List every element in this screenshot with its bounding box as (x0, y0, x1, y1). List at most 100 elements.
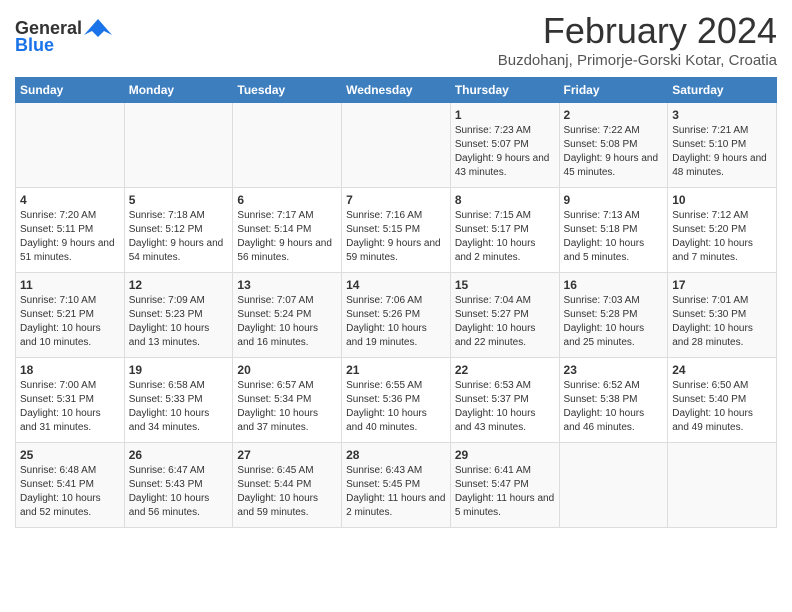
calendar-cell (342, 103, 451, 188)
day-info: Sunrise: 7:23 AMSunset: 5:07 PMDaylight:… (455, 124, 555, 180)
calendar-cell: 29Sunrise: 6:41 AMSunset: 5:47 PMDayligh… (450, 443, 559, 528)
header-friday: Friday (559, 78, 668, 103)
day-number: 2 (564, 108, 664, 122)
calendar-header-row: Sunday Monday Tuesday Wednesday Thursday… (16, 78, 777, 103)
calendar-cell: 14 Sunrise: 7:06 AMSunset: 5:26 PMDayligh… (342, 273, 451, 358)
calendar-week-row: 18Sunrise: 7:00 AMSunset: 5:31 PMDayligh… (16, 358, 777, 443)
calendar-cell: 1 Sunrise: 7:23 AMSunset: 5:07 PMDaylight… (450, 103, 559, 188)
day-info: Sunrise: 7:15 AMSunset: 5:17 PMDaylight:… (455, 209, 555, 265)
calendar-cell (124, 103, 233, 188)
day-number: 10 (672, 193, 772, 207)
calendar-cell: 3 Sunrise: 7:21 AMSunset: 5:10 PMDaylight… (668, 103, 777, 188)
day-number: 20 (237, 363, 337, 377)
day-info: Sunrise: 6:58 AMSunset: 5:33 PMDaylight:… (129, 379, 229, 435)
header-monday: Monday (124, 78, 233, 103)
header-thursday: Thursday (450, 78, 559, 103)
day-number: 5 (129, 193, 229, 207)
calendar-cell (16, 103, 125, 188)
header: General Blue February 2024 Buzdohanj, Pr… (15, 10, 777, 69)
calendar-cell (559, 443, 668, 528)
day-info: Sunrise: 7:06 AMSunset: 5:26 PMDaylight:… (346, 294, 446, 350)
header-wednesday: Wednesday (342, 78, 451, 103)
calendar-cell: 6 Sunrise: 7:17 AMSunset: 5:14 PMDaylight… (233, 188, 342, 273)
day-info: Sunrise: 6:55 AMSunset: 5:36 PMDaylight:… (346, 379, 446, 435)
day-number: 29 (455, 448, 555, 462)
day-number: 19 (129, 363, 229, 377)
calendar-table: Sunday Monday Tuesday Wednesday Thursday… (15, 77, 777, 528)
calendar-cell: 7 Sunrise: 7:16 AMSunset: 5:15 PMDaylight… (342, 188, 451, 273)
header-sunday: Sunday (16, 78, 125, 103)
calendar-cell: 2 Sunrise: 7:22 AMSunset: 5:08 PMDaylight… (559, 103, 668, 188)
calendar-cell: 20 Sunrise: 6:57 AMSunset: 5:34 PMDayligh… (233, 358, 342, 443)
logo-blue-text: Blue (15, 35, 54, 56)
day-number: 8 (455, 193, 555, 207)
day-number: 14 (346, 278, 446, 292)
day-info: Sunrise: 6:48 AMSunset: 5:41 PMDaylight:… (20, 464, 120, 520)
day-info: Sunrise: 6:43 AMSunset: 5:45 PMDaylight:… (346, 464, 446, 520)
day-number: 16 (564, 278, 664, 292)
calendar-cell (233, 103, 342, 188)
day-info: Sunrise: 7:00 AMSunset: 5:31 PMDaylight:… (20, 379, 120, 435)
calendar-cell: 15 Sunrise: 7:04 AMSunset: 5:27 PMDayligh… (450, 273, 559, 358)
header-tuesday: Tuesday (233, 78, 342, 103)
day-number: 17 (672, 278, 772, 292)
logo-bird-icon (84, 17, 112, 39)
calendar-cell: 11 Sunrise: 7:10 AMSunset: 5:21 PMDayligh… (16, 273, 125, 358)
calendar-cell: 10 Sunrise: 7:12 AMSunset: 5:20 PMDayligh… (668, 188, 777, 273)
month-year-title: February 2024 (498, 10, 777, 52)
calendar-cell: 17 Sunrise: 7:01 AMSunset: 5:30 PMDayligh… (668, 273, 777, 358)
calendar-cell: 24Sunrise: 6:50 AMSunset: 5:40 PMDayligh… (668, 358, 777, 443)
day-number: 15 (455, 278, 555, 292)
day-number: 23 (564, 363, 664, 377)
day-info: Sunrise: 7:21 AMSunset: 5:10 PMDaylight:… (672, 124, 772, 180)
day-number: 7 (346, 193, 446, 207)
day-info: Sunrise: 6:47 AMSunset: 5:43 PMDaylight:… (129, 464, 229, 520)
header-saturday: Saturday (668, 78, 777, 103)
calendar-week-row: 1 Sunrise: 7:23 AMSunset: 5:07 PMDaylight… (16, 103, 777, 188)
calendar-cell: 26 Sunrise: 6:47 AMSunset: 5:43 PMDayligh… (124, 443, 233, 528)
calendar-cell: 25 Sunrise: 6:48 AMSunset: 5:41 PMDayligh… (16, 443, 125, 528)
day-info: Sunrise: 7:12 AMSunset: 5:20 PMDaylight:… (672, 209, 772, 265)
calendar-cell: 22Sunrise: 6:53 AMSunset: 5:37 PMDayligh… (450, 358, 559, 443)
day-info: Sunrise: 7:13 AMSunset: 5:18 PMDaylight:… (564, 209, 664, 265)
day-info: Sunrise: 7:20 AMSunset: 5:11 PMDaylight:… (20, 209, 120, 265)
day-number: 9 (564, 193, 664, 207)
day-number: 1 (455, 108, 555, 122)
calendar-cell: 19 Sunrise: 6:58 AMSunset: 5:33 PMDayligh… (124, 358, 233, 443)
calendar-cell: 9 Sunrise: 7:13 AMSunset: 5:18 PMDaylight… (559, 188, 668, 273)
day-info: Sunrise: 7:17 AMSunset: 5:14 PMDaylight:… (237, 209, 337, 265)
day-info: Sunrise: 7:22 AMSunset: 5:08 PMDaylight:… (564, 124, 664, 180)
day-info: Sunrise: 7:01 AMSunset: 5:30 PMDaylight:… (672, 294, 772, 350)
calendar-cell (668, 443, 777, 528)
day-info: Sunrise: 6:52 AMSunset: 5:38 PMDaylight:… (564, 379, 664, 435)
calendar-week-row: 4 Sunrise: 7:20 AMSunset: 5:11 PMDaylight… (16, 188, 777, 273)
day-info: Sunrise: 7:04 AMSunset: 5:27 PMDaylight:… (455, 294, 555, 350)
day-info: Sunrise: 7:16 AMSunset: 5:15 PMDaylight:… (346, 209, 446, 265)
day-number: 27 (237, 448, 337, 462)
day-number: 11 (20, 278, 120, 292)
day-info: Sunrise: 7:09 AMSunset: 5:23 PMDaylight:… (129, 294, 229, 350)
day-number: 26 (129, 448, 229, 462)
calendar-cell: 18Sunrise: 7:00 AMSunset: 5:31 PMDayligh… (16, 358, 125, 443)
day-info: Sunrise: 7:18 AMSunset: 5:12 PMDaylight:… (129, 209, 229, 265)
calendar-cell: 21 Sunrise: 6:55 AMSunset: 5:36 PMDayligh… (342, 358, 451, 443)
calendar-cell: 4 Sunrise: 7:20 AMSunset: 5:11 PMDaylight… (16, 188, 125, 273)
day-info: Sunrise: 7:10 AMSunset: 5:21 PMDaylight:… (20, 294, 120, 350)
day-number: 4 (20, 193, 120, 207)
day-number: 22 (455, 363, 555, 377)
day-info: Sunrise: 6:57 AMSunset: 5:34 PMDaylight:… (237, 379, 337, 435)
day-number: 28 (346, 448, 446, 462)
day-number: 21 (346, 363, 446, 377)
calendar-cell: 27Sunrise: 6:45 AMSunset: 5:44 PMDayligh… (233, 443, 342, 528)
title-area: February 2024 Buzdohanj, Primorje-Gorski… (498, 10, 777, 69)
day-info: Sunrise: 7:03 AMSunset: 5:28 PMDaylight:… (564, 294, 664, 350)
calendar-cell: 5 Sunrise: 7:18 AMSunset: 5:12 PMDaylight… (124, 188, 233, 273)
calendar-cell: 28 Sunrise: 6:43 AMSunset: 5:45 PMDayligh… (342, 443, 451, 528)
day-number: 6 (237, 193, 337, 207)
day-number: 3 (672, 108, 772, 122)
day-number: 13 (237, 278, 337, 292)
logo: General Blue (15, 18, 112, 56)
day-info: Sunrise: 6:50 AMSunset: 5:40 PMDaylight:… (672, 379, 772, 435)
day-info: Sunrise: 7:07 AMSunset: 5:24 PMDaylight:… (237, 294, 337, 350)
day-number: 25 (20, 448, 120, 462)
